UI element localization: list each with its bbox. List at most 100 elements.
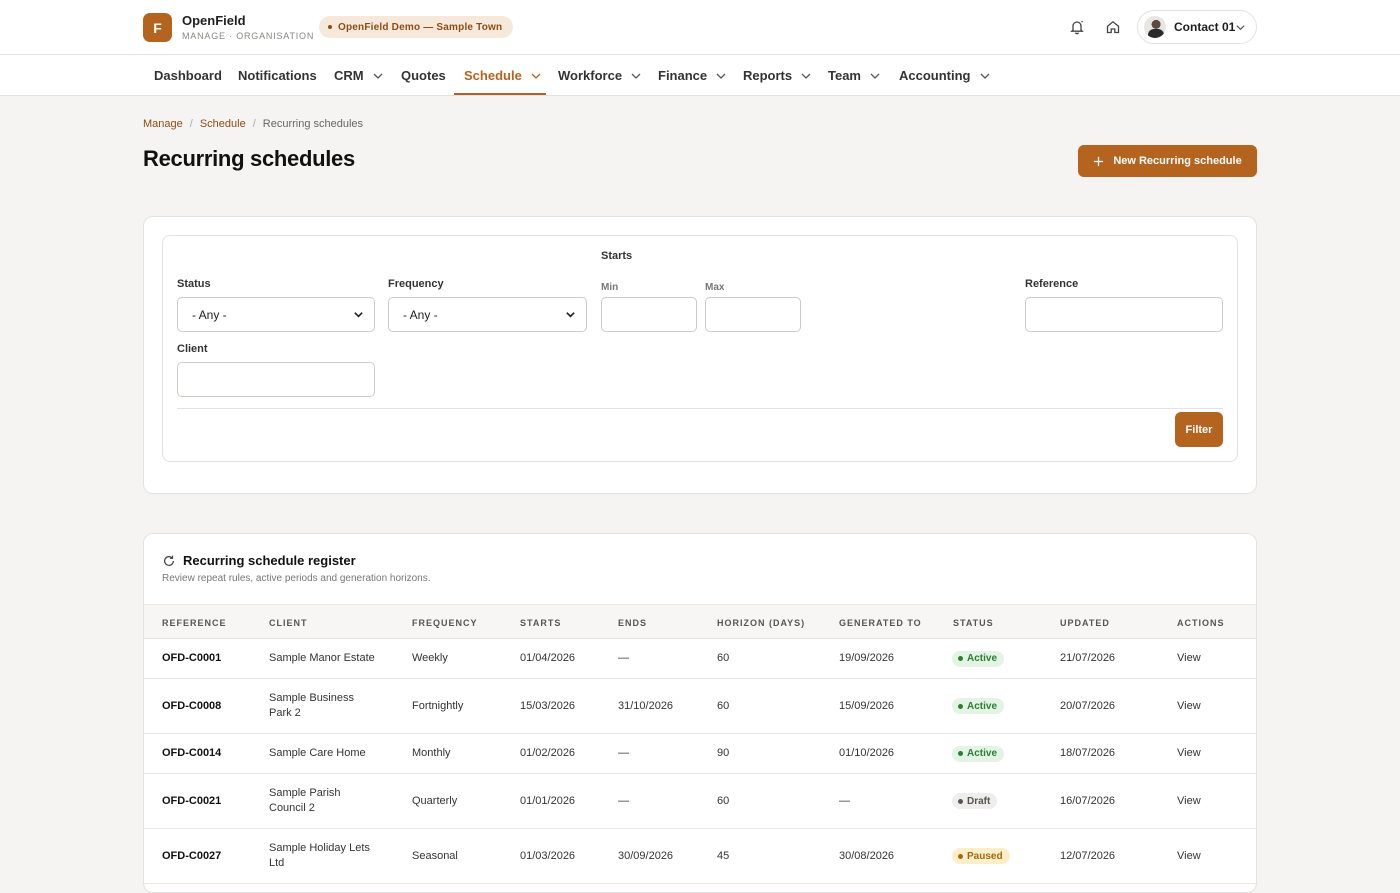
view-link[interactable]: View	[1177, 679, 1201, 733]
cell-generated-to: 15/09/2026	[839, 699, 895, 712]
status-dot-icon	[958, 751, 963, 756]
filter-button[interactable]: Filter	[1175, 412, 1223, 447]
column-header[interactable]: GENERATED TO	[839, 605, 922, 640]
organisation-pill[interactable]: OpenField Demo — Sample Town	[319, 16, 514, 38]
cell-updated: 18/07/2026	[1060, 747, 1116, 759]
nav-accounting[interactable]: Accounting	[899, 55, 991, 96]
status-label: Draft	[967, 795, 991, 807]
client-line: Sample Business	[269, 692, 354, 704]
cell-status: Active	[952, 679, 1005, 733]
column-header[interactable]: CLIENT	[269, 605, 308, 640]
cell-ends: —	[618, 747, 629, 759]
client-line: Park 2	[269, 707, 301, 719]
cell-generated-to: 01/10/2026	[839, 747, 895, 759]
filter-panel	[162, 235, 1238, 462]
table-row: OFD-C0014 Sample Care Home Monthly 01/02…	[144, 734, 1256, 774]
cell-starts: 01/04/2026	[520, 652, 576, 664]
nav-reports[interactable]: Reports	[743, 55, 812, 96]
nav-label: CRM	[334, 68, 364, 83]
client-line: Sample Manor Estate	[269, 652, 375, 664]
nav-workforce[interactable]: Workforce	[558, 55, 642, 96]
column-header[interactable]: REFERENCE	[162, 605, 227, 640]
status-dot-icon	[958, 853, 963, 859]
top-header: F OpenField MANAGE · ORGANISATION OpenFi…	[0, 0, 1400, 55]
column-header[interactable]: HORIZON (DAYS)	[717, 605, 805, 640]
home-icon[interactable]	[1102, 16, 1124, 38]
status-badge: Active	[952, 745, 1005, 762]
chevron-down-icon	[631, 73, 641, 79]
column-header[interactable]: STATUS	[953, 605, 994, 640]
cell-status: Active	[952, 734, 1005, 773]
main-nav: Dashboard Notifications CRM Quotes Sched…	[0, 55, 1400, 96]
breadcrumb-schedule[interactable]: Schedule	[200, 118, 246, 130]
nav-active-indicator	[454, 93, 546, 95]
nav-notifications[interactable]: Notifications	[238, 55, 317, 96]
cell-frequency: Monthly	[412, 747, 451, 759]
cell-generated-to: 19/09/2026	[839, 652, 895, 664]
cell-reference: OFD-C0001	[162, 652, 222, 664]
table-row: OFD-C0027 Sample Holiday Lets Ltd Seasona…	[144, 829, 1256, 884]
bell-icon[interactable]	[1066, 16, 1088, 38]
cell-status: Active	[952, 639, 1005, 678]
nav-label: Accounting	[899, 68, 971, 83]
nav-schedule[interactable]: Schedule	[464, 55, 542, 96]
org-dot-icon	[328, 25, 332, 29]
nav-label: Dashboard	[154, 68, 222, 83]
cell-starts: 01/02/2026	[520, 747, 576, 759]
page-title: Recurring schedules	[143, 146, 355, 171]
cell-reference: OFD-C0014	[162, 747, 222, 759]
cell-ends: —	[618, 652, 629, 664]
column-header[interactable]: STARTS	[520, 605, 561, 640]
register-subtitle: Review repeat rules, active periods and …	[162, 573, 431, 584]
cell-updated: 20/07/2026	[1060, 699, 1116, 712]
avatar	[1144, 16, 1166, 38]
status-badge: Active	[952, 650, 1005, 667]
nav-team[interactable]: Team	[828, 55, 881, 96]
table-header: REFERENCE CLIENT FREQUENCY STARTS ENDS H…	[144, 604, 1256, 639]
user-menu[interactable]: Contact 01	[1137, 10, 1257, 44]
breadcrumb-manage[interactable]: Manage	[143, 118, 183, 130]
client-input[interactable]	[177, 362, 375, 397]
frequency-select[interactable]: - Any -	[388, 297, 587, 332]
chevron-down-icon	[566, 312, 575, 318]
new-recurring-schedule-button[interactable]: New Recurring schedule	[1078, 145, 1257, 177]
cell-horizon: 60	[717, 794, 730, 807]
nav-dashboard[interactable]: Dashboard	[154, 55, 222, 96]
brand-logo[interactable]: F	[143, 13, 172, 42]
status-filter-label: Status	[177, 278, 211, 290]
chevron-down-icon	[980, 73, 989, 79]
refresh-icon	[164, 555, 174, 566]
table-row: OFD-C0008 Sample Business Park 2 Fortnigh…	[144, 679, 1256, 734]
nav-quotes[interactable]: Quotes	[401, 55, 446, 96]
view-link[interactable]: View	[1177, 734, 1201, 773]
plus-icon	[1094, 156, 1104, 166]
reference-input[interactable]	[1025, 297, 1223, 332]
breadcrumb-current: Recurring schedules	[262, 118, 364, 130]
nav-crm[interactable]: CRM	[334, 55, 384, 96]
column-header[interactable]: ACTIONS	[1177, 605, 1225, 640]
column-header[interactable]: FREQUENCY	[412, 605, 478, 640]
status-label: Active	[967, 748, 998, 759]
starts-filter-label: Starts	[601, 250, 633, 262]
status-select[interactable]: - Any -	[177, 297, 375, 332]
breadcrumb-separator: /	[189, 118, 193, 130]
starts-min-input[interactable]	[601, 297, 697, 332]
client-line: Sample Care Home	[269, 747, 366, 759]
view-link[interactable]: View	[1177, 774, 1201, 828]
cell-generated-to: —	[839, 794, 850, 807]
client-line: Council 2	[269, 802, 315, 814]
starts-max-input[interactable]	[705, 297, 801, 332]
cell-horizon: 60	[717, 699, 730, 712]
client-filter-label: Client	[177, 343, 208, 355]
chevron-down-icon	[373, 73, 383, 79]
nav-finance[interactable]: Finance	[658, 55, 727, 96]
view-link[interactable]: View	[1177, 639, 1201, 678]
cell-starts: 15/03/2026	[520, 699, 576, 712]
brand-name: OpenField	[182, 13, 246, 28]
column-header[interactable]: UPDATED	[1060, 605, 1110, 640]
starts-min-label: Min	[601, 282, 619, 293]
nav-label: Schedule	[464, 68, 522, 83]
column-header[interactable]: ENDS	[618, 605, 647, 640]
chevron-down-icon	[870, 73, 880, 79]
chevron-down-icon	[716, 73, 726, 79]
